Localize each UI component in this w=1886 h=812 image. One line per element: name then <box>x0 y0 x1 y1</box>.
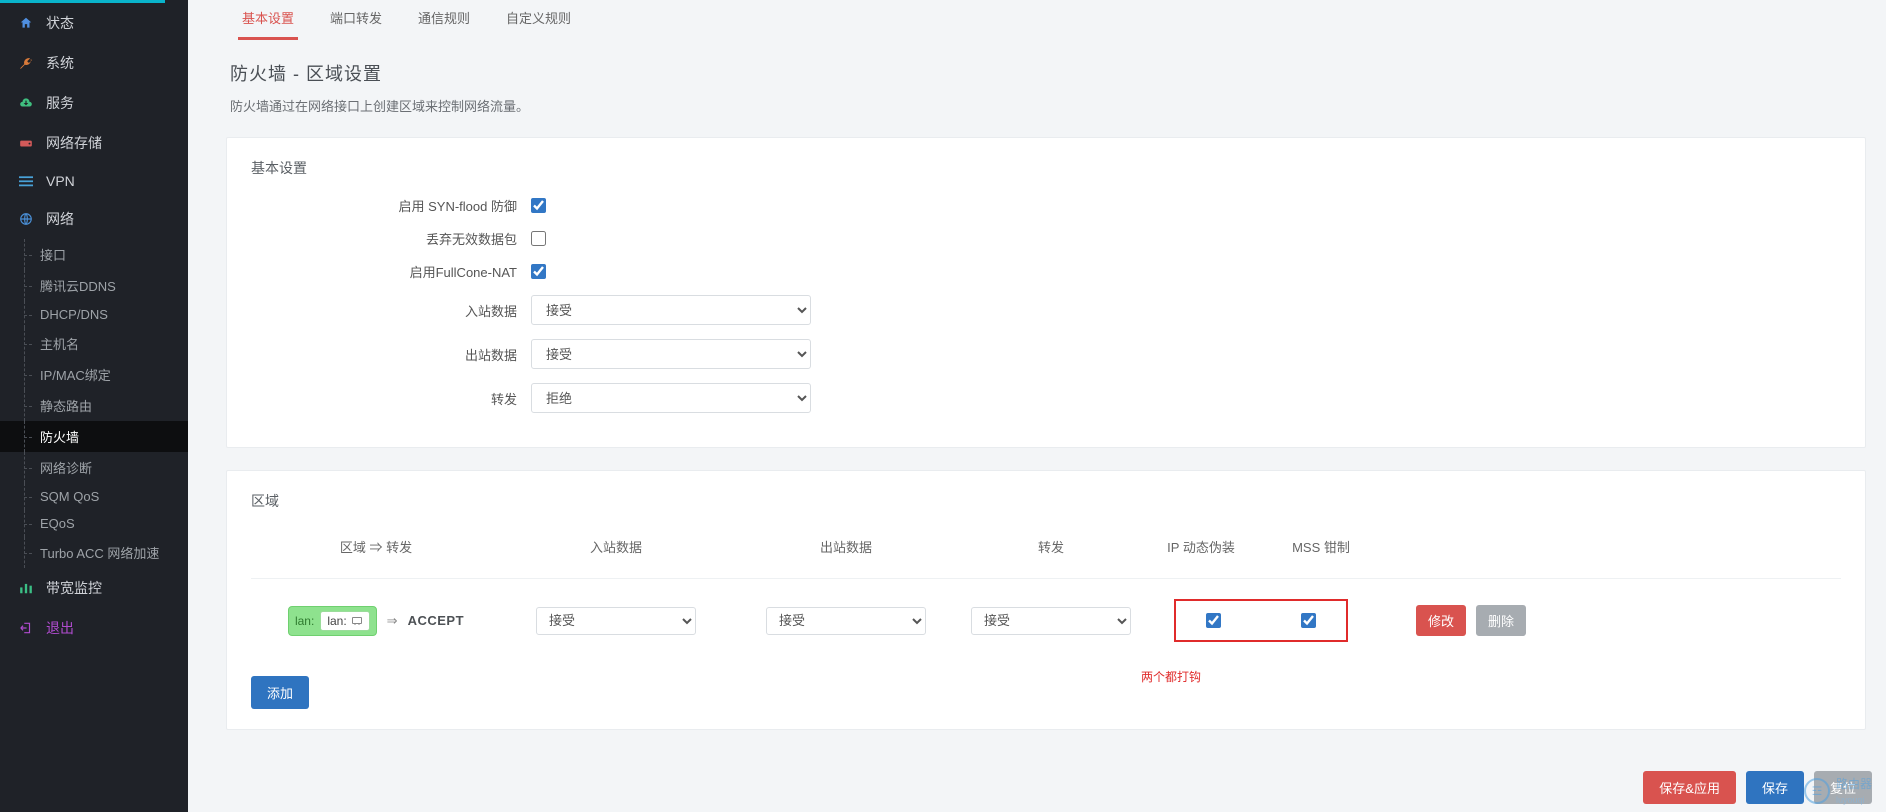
sidebar-item-system[interactable]: 系统 <box>0 43 188 83</box>
zone-badge: lan: lan: <box>288 606 377 636</box>
sidebar-subitem[interactable]: 接口 <box>0 239 188 270</box>
col-zone-forward: 区域 ⇒ 转发 <box>340 537 412 556</box>
col-forward: 转发 <box>1038 537 1064 556</box>
card-title: 区域 <box>251 491 1841 511</box>
sidebar-item-label: 退出 <box>46 618 74 638</box>
zone-select-output[interactable]: 接受 <box>766 607 926 635</box>
card-basic-settings: 基本设置 启用 SYN-flood 防御 丢弃无效数据包 启用FullCone-… <box>226 137 1866 448</box>
page-header: 防火墙 - 区域设置 防火墙通过在网络接口上创建区域来控制网络流量。 <box>226 40 1866 137</box>
logout-icon <box>18 620 34 636</box>
tab[interactable]: 自定义规则 <box>502 2 575 40</box>
col-input: 入站数据 <box>590 537 642 556</box>
edit-button[interactable]: 修改 <box>1416 605 1466 636</box>
col-output: 出站数据 <box>820 537 872 556</box>
sidebar-item-label: 网络存储 <box>46 133 102 153</box>
col-masq: IP 动态伪装 <box>1167 540 1235 555</box>
card-title: 基本设置 <box>251 158 1841 178</box>
row-forward: 转发 拒绝 <box>251 383 1841 413</box>
tab[interactable]: 端口转发 <box>326 2 386 40</box>
tab[interactable]: 基本设置 <box>238 2 298 40</box>
select-input[interactable]: 接受 <box>531 295 811 325</box>
sidebar-item-label: 系统 <box>46 53 74 73</box>
card-zones: 区域 区域 ⇒ 转发 入站数据 出站数据 转发 IP 动态伪装 MSS 钳制 <box>226 470 1866 730</box>
label-output: 出站数据 <box>251 345 531 364</box>
sidebar-item-label: 网络 <box>46 209 74 229</box>
sidebar: 状态 系统 服务 网络存储 VPN <box>0 0 188 812</box>
annotation-text: 两个都打钩 <box>1141 668 1381 685</box>
row-input: 入站数据 接受 <box>251 295 1841 325</box>
label-forward: 转发 <box>251 389 531 408</box>
sidebar-subitem[interactable]: EQoS <box>0 510 188 537</box>
zone-table: 区域 ⇒ 转发 入站数据 出站数据 转发 IP 动态伪装 MSS 钳制 <box>251 529 1841 662</box>
arrow-right-icon: ⇒ <box>387 613 398 629</box>
sidebar-subitem[interactable]: DHCP/DNS <box>0 301 188 328</box>
drive-icon <box>18 135 34 151</box>
page-subtitle: 防火墙通过在网络接口上创建区域来控制网络流量。 <box>230 96 1862 115</box>
zone-select-forward[interactable]: 接受 <box>971 607 1131 635</box>
wrench-icon <box>18 55 34 71</box>
row-output: 出站数据 接受 <box>251 339 1841 369</box>
save-apply-button[interactable]: 保存&应用 <box>1643 771 1736 804</box>
sidebar-item-logout[interactable]: 退出 <box>0 608 188 648</box>
nic-icon <box>351 616 363 626</box>
row-drop-invalid: 丢弃无效数据包 <box>251 229 1841 248</box>
select-output[interactable]: 接受 <box>531 339 811 369</box>
reset-button[interactable]: 复位 <box>1814 771 1872 804</box>
sidebar-subitem[interactable]: 网络诊断 <box>0 452 188 483</box>
zone-forward-cell: lan: lan: ⇒ ACCEPT <box>288 606 464 636</box>
label-syn-flood: 启用 SYN-flood 防御 <box>251 196 531 215</box>
sidebar-item-status[interactable]: 状态 <box>0 3 188 43</box>
zone-row-actions: 修改 删除 <box>1416 605 1526 636</box>
footer-actions: 保存&应用 保存 复位 <box>1643 771 1872 804</box>
sidebar-subitem[interactable]: 腾讯云DDNS <box>0 270 188 301</box>
label-input: 入站数据 <box>251 301 531 320</box>
zone-interface: lan: <box>327 614 346 628</box>
sidebar-item-network[interactable]: 网络 <box>0 199 188 239</box>
redbox-annotation <box>1174 599 1348 642</box>
zone-row: lan: lan: ⇒ ACCEPT 接受 <box>251 578 1841 662</box>
sidebar-subitem[interactable]: 主机名 <box>0 328 188 359</box>
col-mss: MSS 钳制 <box>1292 540 1350 555</box>
sidebar-subitem[interactable]: SQM QoS <box>0 483 188 510</box>
sidebar-item-services[interactable]: 服务 <box>0 83 188 123</box>
sidebar-item-label: VPN <box>46 173 75 189</box>
sidebar-item-label: 状态 <box>46 13 74 33</box>
sidebar-item-label: 服务 <box>46 93 74 113</box>
sidebar-item-label: 带宽监控 <box>46 578 102 598</box>
sidebar-item-nas[interactable]: 网络存储 <box>0 123 188 163</box>
sidebar-subitem[interactable]: 静态路由 <box>0 390 188 421</box>
checkbox-fullcone[interactable] <box>531 264 546 279</box>
zone-action: ACCEPT <box>408 613 464 628</box>
chart-bar-icon <box>18 580 34 596</box>
row-fullcone: 启用FullCone-NAT <box>251 262 1841 281</box>
tabs: 基本设置端口转发通信规则自定义规则 <box>226 0 1866 40</box>
page-title: 防火墙 - 区域设置 <box>230 60 1862 86</box>
sidebar-item-bandwidth[interactable]: 带宽监控 <box>0 568 188 608</box>
sidebar-subitem[interactable]: IP/MAC绑定 <box>0 359 188 390</box>
save-button[interactable]: 保存 <box>1746 771 1804 804</box>
delete-button[interactable]: 删除 <box>1476 605 1526 636</box>
main-content: 基本设置端口转发通信规则自定义规则 防火墙 - 区域设置 防火墙通过在网络接口上… <box>188 0 1886 812</box>
row-syn-flood: 启用 SYN-flood 防御 <box>251 196 1841 215</box>
select-forward[interactable]: 拒绝 <box>531 383 811 413</box>
checkbox-masq[interactable] <box>1206 613 1221 628</box>
checkbox-syn-flood[interactable] <box>531 198 546 213</box>
sidebar-item-vpn[interactable]: VPN <box>0 163 188 199</box>
checkbox-drop-invalid[interactable] <box>531 231 546 246</box>
label-fullcone: 启用FullCone-NAT <box>251 262 531 281</box>
globe-icon <box>18 211 34 227</box>
label-drop-invalid: 丢弃无效数据包 <box>251 229 531 248</box>
cloud-down-icon <box>18 95 34 111</box>
tab[interactable]: 通信规则 <box>414 2 474 40</box>
bars-icon <box>18 173 34 189</box>
sidebar-subitem[interactable]: 防火墙 <box>0 421 188 452</box>
checkbox-mss[interactable] <box>1301 613 1316 628</box>
zone-select-input[interactable]: 接受 <box>536 607 696 635</box>
home-icon <box>18 15 34 31</box>
zone-table-head: 区域 ⇒ 转发 入站数据 出站数据 转发 IP 动态伪装 MSS 钳制 <box>251 529 1841 578</box>
zone-name: lan: <box>295 614 314 628</box>
add-button[interactable]: 添加 <box>251 676 309 709</box>
sidebar-subitem[interactable]: Turbo ACC 网络加速 <box>0 537 188 568</box>
sidebar-submenu-network: 接口腾讯云DDNSDHCP/DNS主机名IP/MAC绑定静态路由防火墙网络诊断S… <box>0 239 188 568</box>
